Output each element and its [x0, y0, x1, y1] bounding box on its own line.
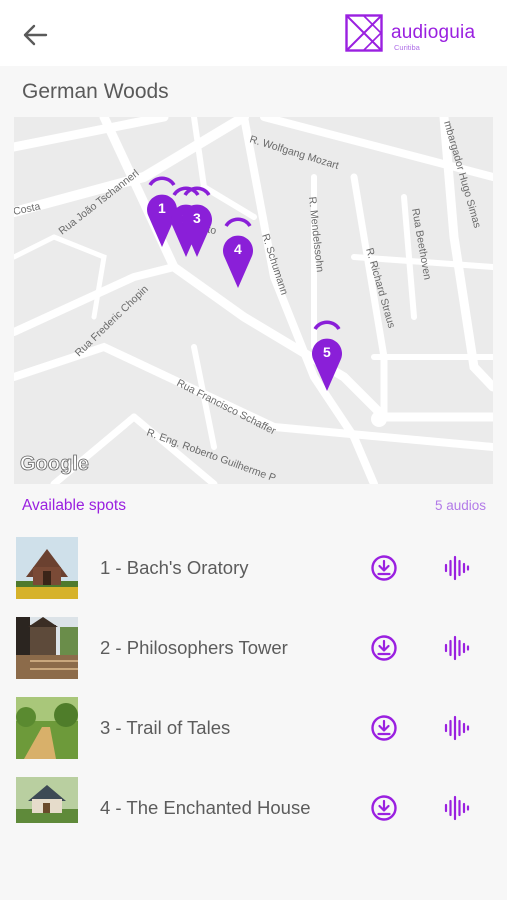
spot-title: 2 - Philosophers Tower: [100, 637, 288, 658]
spot-row-3[interactable]: 3 - Trail of Tales: [0, 688, 507, 768]
play-audio-button[interactable]: [443, 714, 471, 742]
download-circle-icon: [371, 795, 397, 821]
spot-title: 4 - The Enchanted House: [100, 797, 311, 818]
audio-count: 5 audios: [434, 498, 486, 513]
map-marker-4[interactable]: 4: [223, 217, 253, 288]
download-button[interactable]: [370, 554, 398, 582]
audio-wave-icon: [444, 555, 470, 581]
download-circle-icon: [371, 715, 397, 741]
spot-thumbnail: [16, 777, 78, 823]
spot-row-1[interactable]: 1 - Bach's Oratory: [0, 528, 507, 608]
map-canvas: R. Wolfgang Mozart Rua João Tschannerl m…: [14, 117, 493, 484]
spot-row-2[interactable]: 2 - Philosophers Tower: [0, 608, 507, 688]
map-marker-1[interactable]: 1: [147, 176, 177, 247]
download-button[interactable]: [370, 634, 398, 662]
download-button[interactable]: [370, 794, 398, 822]
spots-header: Available spots: [22, 497, 126, 514]
audio-wave-icon: [444, 715, 470, 741]
spot-title: 3 - Trail of Tales: [100, 717, 231, 738]
spot-thumbnail: [16, 617, 78, 679]
arrow-left-icon: [23, 24, 48, 46]
download-button[interactable]: [370, 714, 398, 742]
audio-wave-icon: [444, 795, 470, 821]
spot-thumbnail: [16, 537, 78, 599]
svg-text:4: 4: [234, 241, 242, 257]
audio-wave-icon: [444, 635, 470, 661]
google-attribution: Google: [20, 453, 89, 475]
download-circle-icon: [371, 635, 397, 661]
spot-thumbnail: [16, 697, 78, 759]
play-audio-button[interactable]: [443, 554, 471, 582]
spot-title: 1 - Bach's Oratory: [100, 557, 249, 578]
spot-row-4[interactable]: 4 - The Enchanted House: [0, 768, 507, 848]
logo-city: Curitiba: [394, 43, 420, 52]
app-logo: audioguia Curitiba: [345, 14, 495, 54]
svg-text:3: 3: [193, 210, 201, 226]
logo-mark-icon: [345, 14, 383, 52]
map-street-label: R. Mendelssohn: [306, 196, 326, 273]
map-view[interactable]: R. Wolfgang Mozart Rua João Tschannerl m…: [14, 117, 493, 484]
logo-text: audioguia: [391, 22, 476, 43]
top-bar: audioguia Curitiba: [0, 0, 507, 66]
map-street-label: R. Wolfgang Mozart: [248, 133, 340, 172]
play-audio-button[interactable]: [443, 634, 471, 662]
map-street-label: Rua Francisco Schaffer: [175, 377, 278, 438]
page-title: German Woods: [22, 80, 169, 103]
svg-text:1: 1: [158, 200, 166, 216]
play-audio-button[interactable]: [443, 794, 471, 822]
download-circle-icon: [371, 555, 397, 581]
map-street-label: Costa: [14, 200, 42, 217]
map-street-label: Rua João Tschannerl: [56, 167, 141, 237]
back-button[interactable]: [18, 18, 52, 52]
svg-text:5: 5: [323, 344, 331, 360]
